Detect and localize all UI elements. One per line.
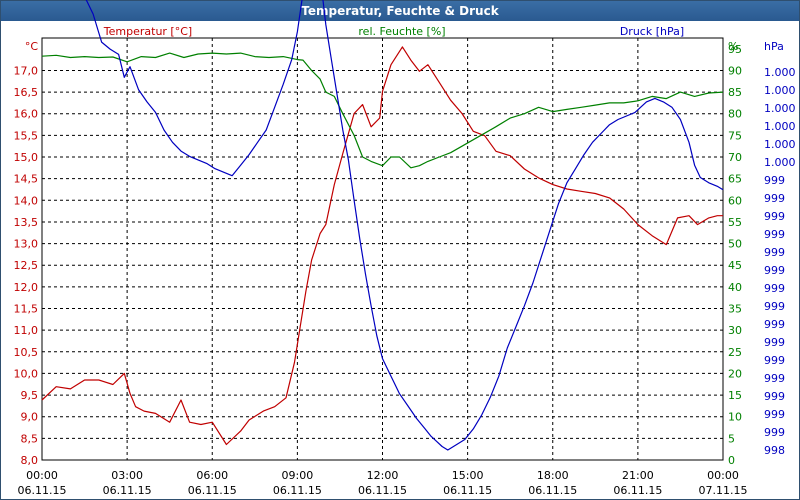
humidity-tick-label: 30	[728, 324, 742, 337]
temperature-unit: °C	[25, 40, 39, 53]
pressure-tick-label: 999	[764, 174, 785, 187]
pressure-tick-label: 999	[764, 354, 785, 367]
chart-svg: 8,0 8,5 9,0 9,5 10,0 10,5 11,0 11,5 12,0 12,5 13,0…	[14, 0, 796, 497]
humidity-tick-label: 90	[728, 64, 742, 77]
x-tick-time: 00:00	[26, 469, 58, 482]
pressure-tick-label: 1.000	[764, 66, 796, 79]
temperature-tick-label: 9,0	[21, 411, 39, 424]
x-tick-time: 00:00	[707, 469, 739, 482]
humidity-tick-label: 10	[728, 411, 742, 424]
x-tick-time: 09:00	[282, 469, 314, 482]
humidity-tick-label: 60	[728, 194, 742, 207]
pressure-tick-label: 999	[764, 300, 785, 313]
humidity-tick-label: 20	[728, 367, 742, 380]
humidity-tick-label: 55	[728, 216, 742, 229]
x-tick-date: 06.11.15	[103, 484, 152, 497]
pressure-tick-label: 1.000	[764, 138, 796, 151]
humidity-tick-label: 75	[728, 129, 742, 142]
temperature-tick-label: 11,5	[14, 303, 39, 316]
humidity-tick-label: 40	[728, 281, 742, 294]
humidity-unit: %	[728, 40, 738, 53]
x-tick-date: 06.11.15	[443, 484, 492, 497]
pressure-tick-label: 999	[764, 336, 785, 349]
pressure-tick-label: 999	[764, 246, 785, 259]
humidity-tick-label: 35	[728, 303, 742, 316]
temperature-tick-label: 8,5	[21, 432, 39, 445]
temperature-tick-label: 12,0	[14, 281, 39, 294]
x-tick-time: 06:00	[196, 469, 228, 482]
pressure-tick-label: 999	[764, 210, 785, 223]
humidity-tick-label: 65	[728, 173, 742, 186]
humidity-tick-label: 25	[728, 346, 742, 359]
temperature-tick-label: 16,5	[14, 86, 39, 99]
temperature-tick-label: 14,5	[14, 173, 39, 186]
x-tick-time: 12:00	[367, 469, 399, 482]
x-tick-date: 06.11.15	[528, 484, 577, 497]
pressure-unit: hPa	[764, 40, 784, 53]
x-tick-date: 06.11.15	[18, 484, 67, 497]
pressure-tick-label: 1.000	[764, 102, 796, 115]
pressure-tick-label: 998	[764, 444, 785, 457]
temperature-axis-label: Temperatur [°C]	[103, 25, 192, 38]
temperature-tick-label: 12,5	[14, 259, 39, 272]
temperature-tick-label: 11,0	[14, 324, 39, 337]
temperature-tick-label: 13,5	[14, 216, 39, 229]
humidity-tick-label: 5	[728, 432, 735, 445]
pressure-tick-label: 999	[764, 318, 785, 331]
temperature-tick-label: 17,0	[14, 64, 39, 77]
x-tick-date: 06.11.15	[358, 484, 407, 497]
x-tick-time: 18:00	[537, 469, 569, 482]
pressure-axis-label: Druck [hPa]	[620, 25, 684, 38]
temperature-tick-label: 15,0	[14, 151, 39, 164]
temperature-tick-label: 14,0	[14, 194, 39, 207]
x-tick-time: 15:00	[452, 469, 484, 482]
x-tick-date: 06.11.15	[188, 484, 237, 497]
pressure-tick-label: 999	[764, 426, 785, 439]
pressure-tick-label: 1.000	[764, 120, 796, 133]
temperature-tick-label: 13,0	[14, 238, 39, 251]
pressure-tick-label: 999	[764, 408, 785, 421]
humidity-tick-label: 0	[728, 454, 735, 467]
temperature-tick-label: 15,5	[14, 129, 39, 142]
temperature-tick-label: 10,5	[14, 346, 39, 359]
temperature-tick-label: 8,0	[21, 454, 39, 467]
temperature-tick-label: 10,0	[14, 367, 39, 380]
pressure-tick-label: 1.000	[764, 156, 796, 169]
pressure-tick-label: 999	[764, 192, 785, 205]
pressure-tick-label: 999	[764, 264, 785, 277]
humidity-tick-label: 85	[728, 86, 742, 99]
x-tick-time: 21:00	[622, 469, 654, 482]
x-tick-date: 06.11.15	[273, 484, 322, 497]
humidity-tick-label: 45	[728, 259, 742, 272]
x-tick-time: 03:00	[111, 469, 143, 482]
humidity-tick-label: 70	[728, 151, 742, 164]
humidity-tick-label: 15	[728, 389, 742, 402]
humidity-tick-label: 80	[728, 108, 742, 121]
temperature-tick-label: 16,0	[14, 108, 39, 121]
pressure-tick-label: 999	[764, 372, 785, 385]
humidity-axis-label: rel. Feuchte [%]	[358, 25, 445, 38]
temperature-tick-label: 9,5	[21, 389, 39, 402]
pressure-tick-label: 999	[764, 390, 785, 403]
x-tick-date: 06.11.15	[613, 484, 662, 497]
humidity-tick-label: 50	[728, 238, 742, 251]
pressure-tick-label: 999	[764, 282, 785, 295]
x-tick-date: 07.11.15	[699, 484, 748, 497]
pressure-tick-label: 1.000	[764, 84, 796, 97]
pressure-tick-label: 999	[764, 228, 785, 241]
